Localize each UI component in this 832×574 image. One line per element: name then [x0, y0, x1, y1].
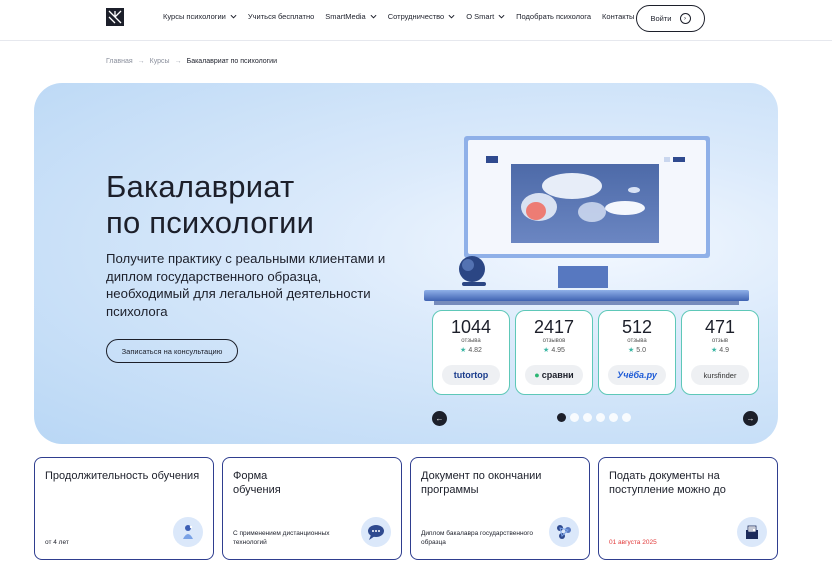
- star-icon: ★: [543, 347, 550, 354]
- review-label: отзыва: [461, 338, 481, 344]
- review-count: 512: [621, 317, 653, 337]
- rating-score: ★ 4.9: [710, 347, 729, 354]
- title-line-2: по психологии: [106, 205, 315, 240]
- breadcrumb-current: Бакалавриат по психологии: [186, 58, 277, 65]
- breadcrumb: Главная → Курсы → Бакалавриат по психоло…: [106, 58, 277, 65]
- info-card-deadline: Подать документы на поступление можно до…: [598, 457, 778, 560]
- rating-score: ★ 4.95: [543, 347, 565, 354]
- carousel-dot[interactable]: [557, 413, 566, 422]
- card-title: Форма обучения: [233, 470, 281, 496]
- login-label: Войти: [650, 14, 672, 23]
- arrow-right-icon: ›: [679, 13, 691, 24]
- carousel-dot[interactable]: [596, 413, 605, 422]
- consultation-button[interactable]: Записаться на консультацию: [106, 339, 238, 363]
- breadcrumb-separator: →: [137, 58, 145, 65]
- arrow-right-icon: →: [746, 414, 755, 423]
- nav-item-about[interactable]: О Smart: [466, 12, 505, 21]
- smart-logo-icon[interactable]: [106, 8, 124, 26]
- rating-score: ★ 5.0: [627, 347, 646, 354]
- carousel-prev-button[interactable]: ←: [432, 411, 447, 426]
- rating-card[interactable]: 471 отзыв ★ 4.9 kursfinder: [681, 310, 759, 395]
- rating-card[interactable]: 1044 отзыва ★ 4.82 tutortop: [432, 310, 510, 395]
- carousel-dot[interactable]: [570, 413, 579, 422]
- nav-item-smartmedia[interactable]: SmartMedia: [325, 12, 377, 21]
- chevron-down-icon: [498, 14, 505, 19]
- card-title: Подать документы на поступление можно до: [609, 470, 726, 496]
- nav-item-free-learning[interactable]: Учиться бесплатно: [248, 12, 314, 21]
- monitor-illustration: [424, 136, 749, 305]
- nav-item-label: О Smart: [466, 12, 495, 21]
- nav-item-label: Контакты: [602, 12, 635, 21]
- chevron-down-icon: [370, 14, 377, 19]
- ratings-carousel: 1044 отзыва ★ 4.82 tutortop 2417 отзывов …: [432, 310, 764, 395]
- breadcrumb-separator: →: [174, 58, 182, 65]
- brand-logo-sravni: ● сравни: [525, 365, 583, 385]
- carousel-dot[interactable]: [609, 413, 618, 422]
- card-value: Диплом бакалавра государственного образц…: [421, 530, 534, 546]
- nav-item-label: SmartMedia: [325, 12, 366, 21]
- card-title: Продолжительность обучения: [45, 470, 200, 482]
- hero-subtitle: Получите практику с реальными клиентами …: [106, 251, 386, 319]
- star-icon: ★: [627, 347, 635, 354]
- carousel-dot[interactable]: [622, 413, 631, 422]
- carousel-dot[interactable]: [583, 413, 592, 422]
- nav-item-label: Курсы психологии: [163, 12, 226, 21]
- rating-card[interactable]: 512 отзыва ★ 5.0 Учёба.ру: [598, 310, 676, 395]
- star-icon: ★: [710, 347, 718, 354]
- card-title: Документ по окончании программы: [421, 470, 542, 496]
- info-card-duration: Продолжительность обучения от 4 лет: [34, 457, 214, 560]
- sravni-leaf-icon: ●: [534, 370, 540, 380]
- brand-logo-ucheba: Учёба.ру: [608, 365, 666, 385]
- review-count: 2417: [533, 317, 575, 337]
- calendar-person-icon: [173, 517, 203, 547]
- brand-logo-kursfinder: kursfinder: [691, 365, 749, 385]
- review-count: 471: [704, 317, 736, 337]
- title-line-1: Бакалавриат: [106, 169, 295, 204]
- nav-item-label: Подобрать психолога: [516, 12, 592, 21]
- hero-banner: Бакалавриат по психологии Получите практ…: [34, 83, 778, 444]
- review-label: отзывов: [542, 338, 566, 344]
- review-label: отзыв: [711, 338, 729, 344]
- card-value: от 4 лет: [45, 538, 69, 546]
- page-title: Бакалавриат по психологии: [106, 169, 314, 241]
- review-label: отзыва: [627, 338, 647, 344]
- documents-box-icon: [737, 517, 767, 547]
- rating-score: ★ 4.82: [460, 347, 482, 354]
- chevron-down-icon: [448, 14, 455, 19]
- carousel-next-button[interactable]: →: [743, 411, 758, 426]
- nav-item-label: Учиться бесплатно: [247, 12, 315, 21]
- arrow-left-icon: ←: [435, 414, 444, 423]
- main-nav: Курсы психологии Учиться бесплатно Smart…: [163, 12, 645, 21]
- star-icon: ★: [460, 347, 467, 354]
- rating-card[interactable]: 2417 отзывов ★ 4.95 ● сравни: [515, 310, 593, 395]
- carousel-dots: [557, 413, 635, 422]
- info-card-document: Документ по окончании программы Диплом б…: [410, 457, 590, 560]
- diploma-icon: [549, 517, 579, 547]
- breadcrumb-home[interactable]: Главная: [106, 58, 133, 65]
- review-count: 1044: [450, 317, 492, 337]
- breadcrumb-courses[interactable]: Курсы: [150, 58, 170, 65]
- info-card-format: Форма обучения С применением дистанционн…: [222, 457, 402, 560]
- nav-item-contacts[interactable]: Контакты: [602, 12, 634, 21]
- nav-item-find-psychologist[interactable]: Подобрать психолога: [516, 12, 591, 21]
- card-value: 01 августа 2025: [609, 538, 657, 546]
- info-cards: Продолжительность обучения от 4 лет Форм…: [34, 457, 786, 560]
- site-header: Курсы психологии Учиться бесплатно Smart…: [0, 0, 832, 41]
- brand-logo-tutortop: tutortop: [442, 365, 500, 385]
- nav-item-cooperation[interactable]: Сотрудничество: [388, 12, 456, 21]
- card-value: С применением дистанционных технологий: [233, 530, 330, 546]
- login-button[interactable]: Войти ›: [636, 5, 705, 32]
- nav-item-courses[interactable]: Курсы психологии: [163, 12, 237, 21]
- nav-item-label: Сотрудничество: [387, 12, 445, 21]
- chevron-down-icon: [230, 14, 237, 19]
- chat-cloud-icon: [361, 517, 391, 547]
